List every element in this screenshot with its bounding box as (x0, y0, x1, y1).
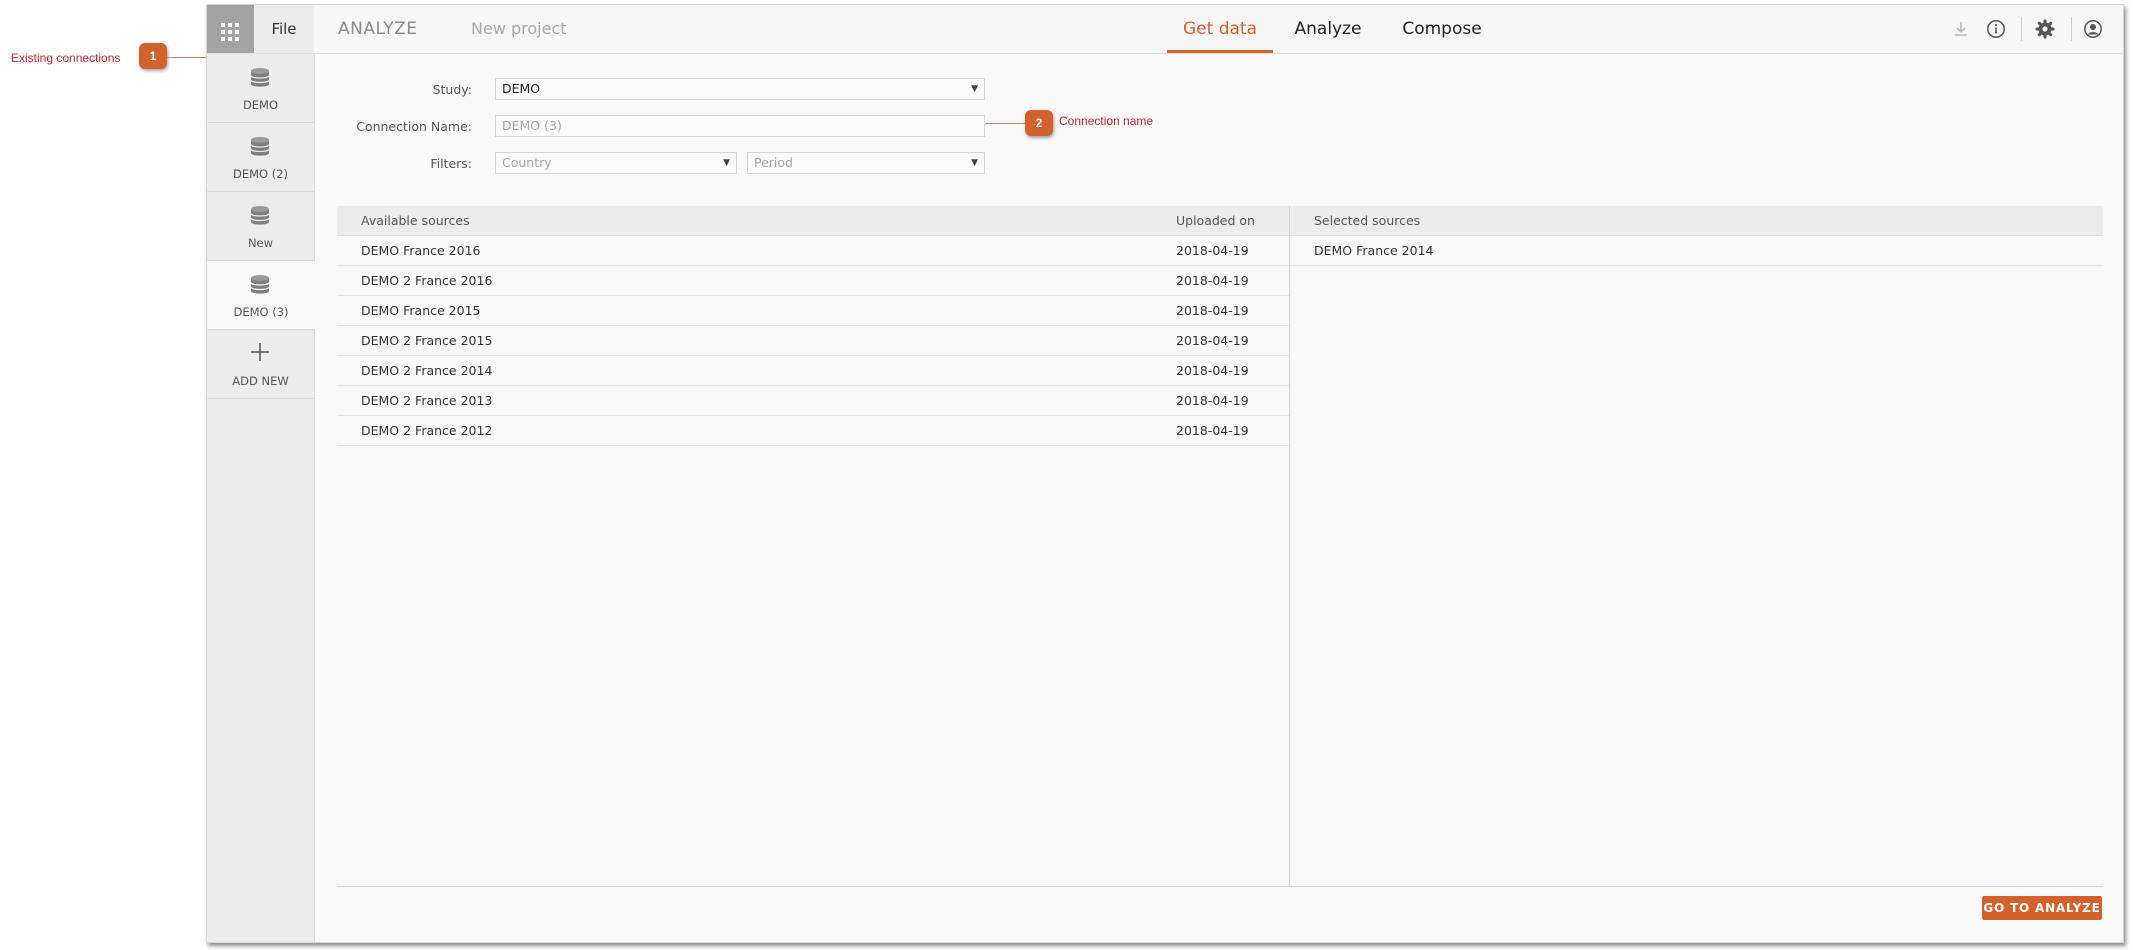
add-new-connection-button[interactable]: ADD NEW (207, 330, 314, 399)
study-select-value: DEMO (502, 81, 541, 96)
upload-date: 2018-04-19 (1176, 363, 1249, 378)
table-row[interactable]: DEMO 2 France 2012 2018-04-19 (337, 416, 1289, 446)
upload-date: 2018-04-19 (1176, 243, 1249, 258)
info-icon[interactable] (1986, 19, 2006, 39)
tab-get-data[interactable]: Get data (1167, 5, 1273, 53)
uploaded-on-column-header: Uploaded on (1176, 213, 1255, 228)
selected-sources-column-header: Selected sources (1314, 213, 1421, 228)
user-account-icon[interactable] (2083, 19, 2103, 39)
sidebar-item-label: DEMO (242, 98, 279, 112)
sidebar-item-label: New (247, 236, 274, 250)
chevron-down-icon: ▼ (971, 84, 978, 94)
panel-divider (1289, 206, 1290, 886)
file-menu-button[interactable]: File (254, 5, 314, 53)
study-select[interactable]: DEMO ▼ (495, 78, 985, 100)
upload-date: 2018-04-19 (1176, 273, 1249, 288)
database-icon (250, 137, 270, 156)
database-icon (250, 206, 270, 225)
source-name: DEMO 2 France 2013 (361, 393, 493, 408)
project-name[interactable]: New project (471, 5, 567, 53)
source-name: DEMO France 2015 (361, 303, 481, 318)
source-name: DEMO 2 France 2012 (361, 423, 493, 438)
tab-compose-label: Compose (1402, 19, 1482, 39)
app-name: ANALYZE (338, 19, 418, 39)
table-row[interactable]: DEMO 2 France 2014 2018-04-19 (337, 356, 1289, 386)
connections-sidebar: DEMO DEMO (2) New DEMO (3) ADD NEW (207, 54, 315, 942)
sidebar-item-new[interactable]: New (207, 192, 314, 261)
available-sources-header: Available sources Uploaded on (337, 206, 1289, 236)
download-icon[interactable] (1951, 19, 1971, 39)
callout-2-badge: 2 (1025, 110, 1053, 136)
source-name: DEMO 2 France 2014 (361, 363, 493, 378)
sources-panel: Available sources Uploaded on Selected s… (337, 206, 2103, 886)
database-icon (250, 68, 270, 87)
chevron-down-icon: ▼ (723, 158, 730, 168)
toolbar-separator (2021, 17, 2022, 41)
tab-analyze-label: Analyze (1294, 19, 1362, 39)
source-name: DEMO 2 France 2015 (361, 333, 493, 348)
app-window: File ANALYZE New project Get data Analyz… (206, 4, 2124, 943)
top-bar: File ANALYZE New project Get data Analyz… (207, 5, 2123, 54)
table-row[interactable]: DEMO 2 France 2015 2018-04-19 (337, 326, 1289, 356)
country-filter-select[interactable]: Country ▼ (495, 152, 737, 174)
callout-1-label: Existing connections (11, 51, 121, 65)
table-row[interactable]: DEMO France 2015 2018-04-19 (337, 296, 1289, 326)
available-sources-column-header: Available sources (361, 213, 470, 228)
connection-name-input[interactable]: DEMO (3) (495, 115, 985, 137)
upload-date: 2018-04-19 (1176, 333, 1249, 348)
table-row[interactable]: DEMO 2 France 2013 2018-04-19 (337, 386, 1289, 416)
source-name: DEMO 2 France 2016 (361, 273, 493, 288)
sidebar-item-label: DEMO (3) (233, 305, 289, 319)
apps-menu-button[interactable] (207, 5, 254, 53)
tab-get-data-label: Get data (1183, 19, 1257, 39)
go-to-analyze-button[interactable]: GO TO ANALYZE (1982, 896, 2102, 920)
period-filter-placeholder: Period (754, 155, 793, 170)
table-row[interactable]: DEMO France 2014 (1290, 236, 2103, 266)
filters-label: Filters: (430, 156, 472, 171)
study-label: Study: (432, 82, 472, 97)
callout-1-leader (167, 57, 206, 58)
tab-compose[interactable]: Compose (1397, 5, 1487, 53)
tab-analyze[interactable]: Analyze (1289, 5, 1367, 53)
plus-icon (251, 343, 269, 361)
connection-name-label: Connection Name: (356, 119, 472, 134)
upload-date: 2018-04-19 (1176, 303, 1249, 318)
country-filter-placeholder: Country (502, 155, 552, 170)
table-row[interactable]: DEMO France 2016 2018-04-19 (337, 236, 1289, 266)
upload-date: 2018-04-19 (1176, 423, 1249, 438)
footer-divider (337, 886, 2103, 887)
upload-date: 2018-04-19 (1176, 393, 1249, 408)
callout-2-label: Connection name (1059, 114, 1154, 128)
period-filter-select[interactable]: Period ▼ (747, 152, 985, 174)
add-new-label: ADD NEW (232, 374, 289, 388)
toolbar-separator (2071, 17, 2072, 41)
active-tab-indicator (1167, 50, 1273, 53)
database-icon (250, 275, 270, 294)
table-row[interactable]: DEMO 2 France 2016 2018-04-19 (337, 266, 1289, 296)
callout-2-leader (985, 123, 1025, 124)
source-name: DEMO France 2016 (361, 243, 481, 258)
selected-sources-header: Selected sources (1290, 206, 2103, 236)
gear-icon[interactable] (2035, 19, 2055, 39)
sidebar-item-demo-3[interactable]: DEMO (3) (207, 261, 315, 330)
callout-1-badge: 1 (139, 43, 167, 69)
selected-source-name: DEMO France 2014 (1314, 243, 1434, 258)
chevron-down-icon: ▼ (971, 158, 978, 168)
